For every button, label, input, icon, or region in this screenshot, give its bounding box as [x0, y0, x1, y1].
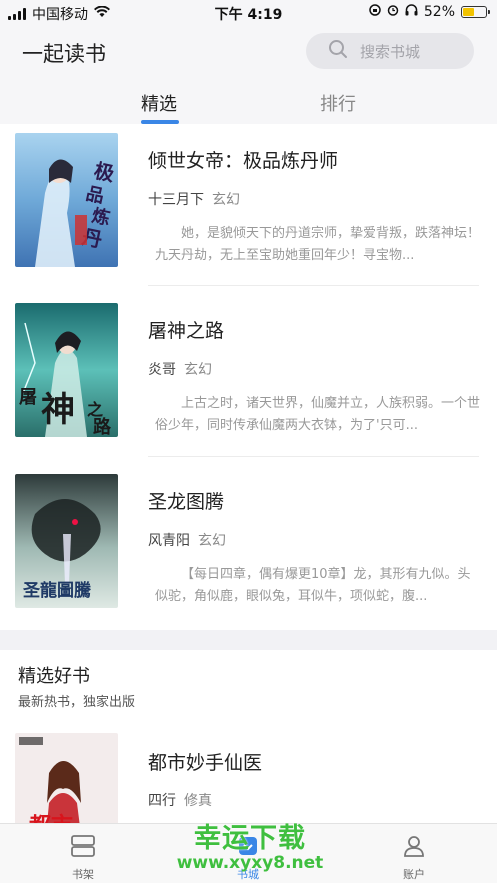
rotation-lock-icon: [369, 4, 381, 20]
book-cover: 都市: [15, 733, 118, 823]
book-genre: 玄幻: [198, 533, 226, 549]
battery-icon: [461, 6, 490, 18]
search-icon: [328, 39, 348, 63]
search-placeholder: 搜索书城: [360, 42, 421, 61]
book-author: 十三月下: [148, 192, 204, 208]
book-title: 屠神之路: [148, 320, 225, 342]
search-bar[interactable]: 搜索书城: [306, 33, 474, 69]
tab-label: 书架: [72, 868, 94, 881]
book-meta: 炎哥 玄幻: [148, 359, 212, 379]
book-title: 倾世女帝：极品炼丹师: [148, 150, 339, 172]
featured-book-list: 极 品 炼 丹 倾世女帝：极品炼丹师 十三月下 玄幻 她，是貌倾天下的丹道宗师，…: [0, 124, 497, 630]
section-subtitle: 最新热书，独家出版: [18, 695, 136, 710]
book-item[interactable]: 屠 神 之 路 屠神之路 炎哥 玄幻 上古之时，诸天世界，仙魔并立，人族积弱。一…: [0, 294, 497, 464]
book-meta: 风青阳 玄幻: [148, 530, 226, 550]
book-description: 她，是貌倾天下的丹道宗师，挚爱背叛，跌落神坛！九天丹劫，无上至宝助她重回年少！寻…: [155, 226, 480, 263]
svg-text:屠: 屠: [19, 387, 37, 408]
divider: [148, 456, 479, 457]
book-meta: 十三月下 玄幻: [148, 189, 240, 209]
book-genre: 修真: [184, 793, 212, 809]
book-item[interactable]: 极 品 炼 丹 倾世女帝：极品炼丹师 十三月下 玄幻 她，是貌倾天下的丹道宗师，…: [0, 124, 497, 294]
book-genre: 玄幻: [184, 362, 212, 378]
top-tabs: 精选 排行: [0, 86, 497, 124]
book-title: 圣龙图腾: [148, 491, 225, 513]
bookstore-icon: [236, 834, 260, 862]
svg-text:都市: 都市: [28, 813, 73, 823]
bottom-tab-bar: 书架 书城 账户: [0, 823, 497, 883]
selected-books-section: 精选好书 最新热书，独家出版 都市 都市妙手仙医 四行 修真: [0, 650, 497, 823]
tab-label: 账户: [403, 868, 425, 881]
book-genre: 玄幻: [212, 192, 240, 208]
app-header: 一起读书 搜索书城 精选 排行: [0, 26, 497, 124]
alarm-icon: [387, 4, 399, 20]
book-title: 都市妙手仙医: [148, 752, 263, 774]
book-cover: 极 品 炼 丹: [15, 133, 118, 267]
headphones-icon: [405, 4, 418, 20]
svg-text:圣龍圖騰: 圣龍圖騰: [23, 580, 92, 601]
book-author: 炎哥: [148, 362, 176, 378]
book-meta: 四行 修真: [148, 790, 212, 810]
tab-featured[interactable]: 精选: [141, 90, 177, 116]
battery-percent: 52%: [423, 4, 455, 20]
book-author: 风青阳: [148, 533, 190, 549]
book-description: 【每日四章，偶有爆更10章】龙，其形有九似。头似驼，角似鹿，眼似兔，耳似牛，项似…: [155, 567, 471, 604]
divider: [148, 285, 479, 286]
book-item[interactable]: 圣龍圖騰 圣龙图腾 风青阳 玄幻 【每日四章，偶有爆更10章】龙，其形有九似。头…: [0, 465, 497, 635]
tab-ranking[interactable]: 排行: [320, 90, 356, 116]
svg-text:路: 路: [93, 416, 112, 437]
tab-label: 书城: [237, 868, 259, 881]
bookshelf-icon: [70, 834, 96, 862]
book-cover: 屠 神 之 路: [15, 303, 118, 437]
book-author: 四行: [148, 793, 176, 809]
status-bar: 中国移动 下午 4:19 52%: [0, 0, 497, 26]
section-title: 精选好书: [18, 666, 90, 687]
book-item[interactable]: 都市 都市妙手仙医 四行 修真: [0, 733, 497, 823]
account-icon: [402, 834, 426, 862]
svg-text:神: 神: [41, 390, 75, 430]
book-description: 上古之时，诸天世界，仙魔并立，人族积弱。一个世俗少年，同时传承仙魔两大衣钵，为了…: [155, 396, 480, 433]
book-cover: 圣龍圖騰: [15, 474, 118, 608]
app-title: 一起读书: [22, 42, 106, 66]
